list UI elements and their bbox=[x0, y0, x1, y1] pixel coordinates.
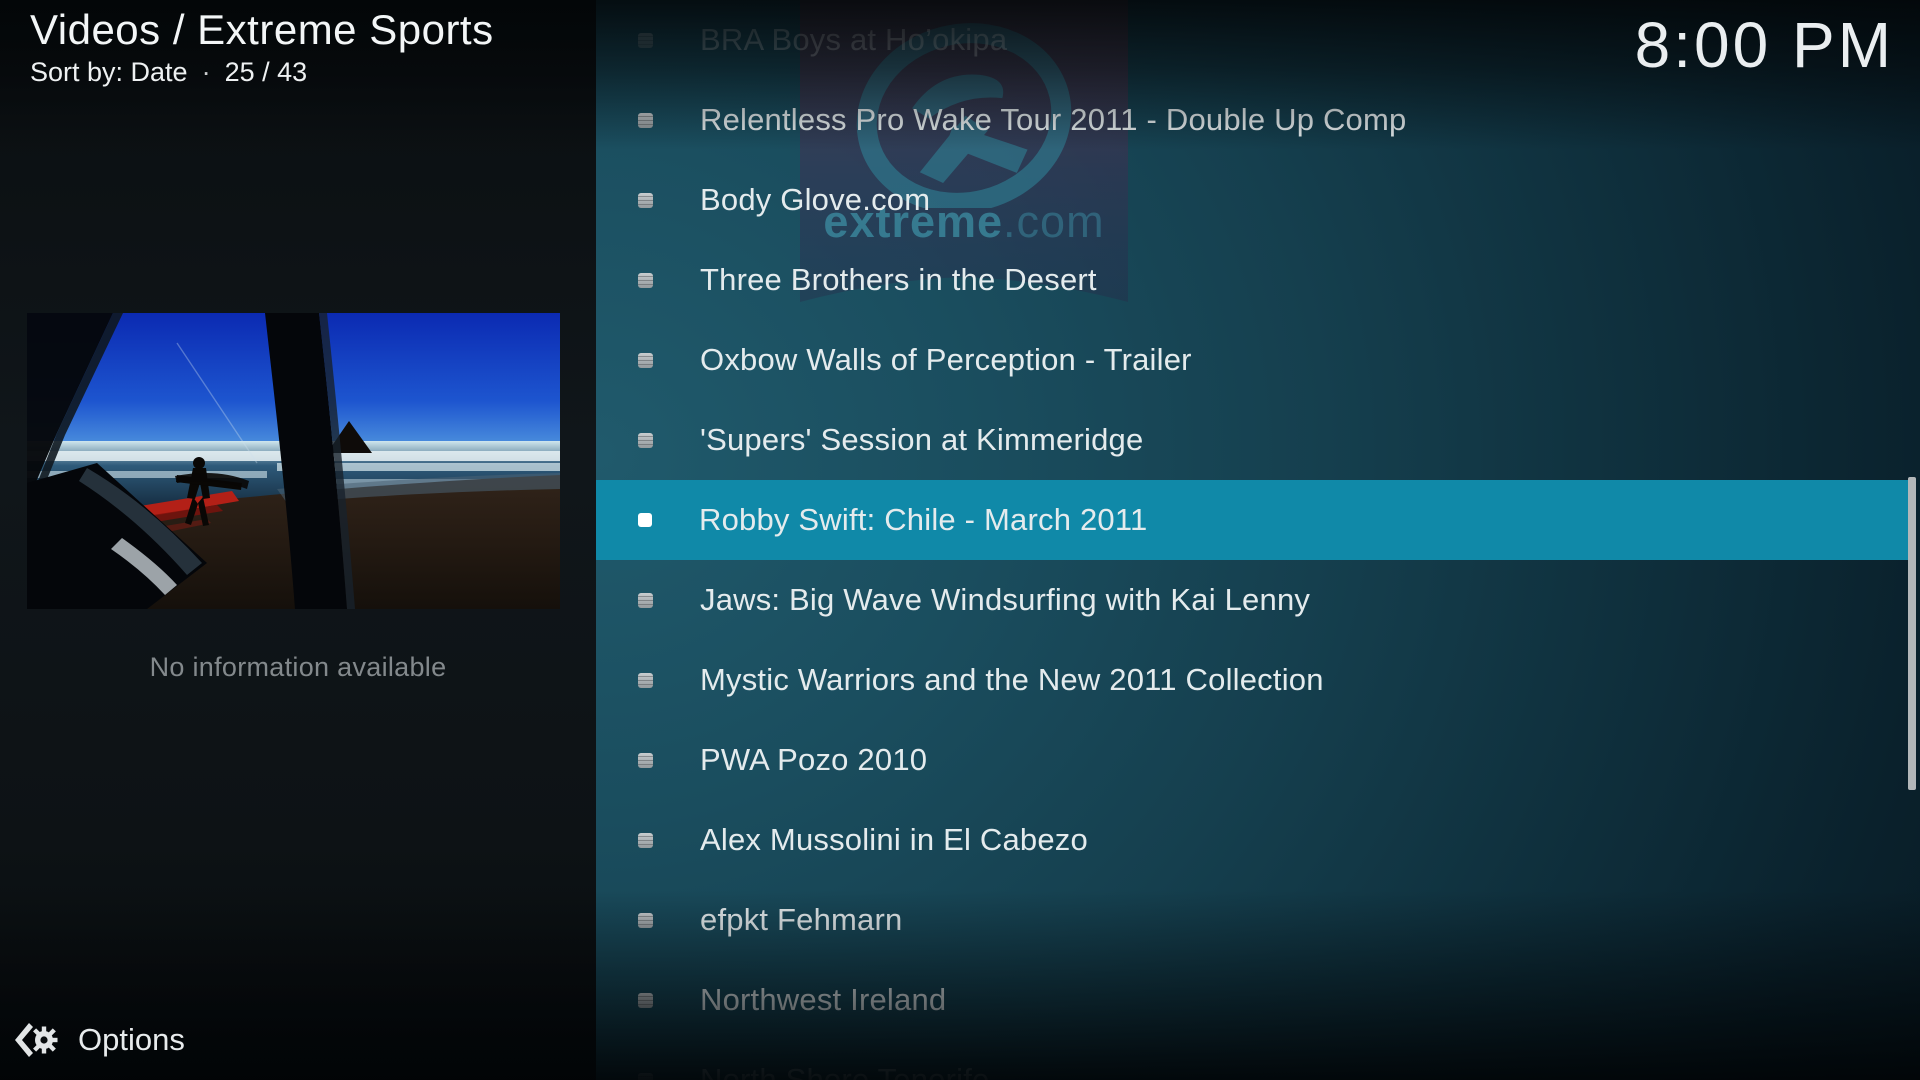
position-indicator: 25 / 43 bbox=[225, 57, 308, 88]
scrollbar-thumb[interactable] bbox=[1908, 477, 1916, 790]
no-information-text: No information available bbox=[0, 652, 596, 683]
page-title: Videos / Extreme Sports bbox=[30, 6, 494, 54]
list-item[interactable]: Three Brothers in the Desert bbox=[596, 240, 1908, 320]
list-bullet-icon bbox=[638, 833, 653, 848]
video-title: Oxbow Walls of Perception - Trailer bbox=[700, 342, 1192, 378]
video-title: Jaws: Big Wave Windsurfing with Kai Lenn… bbox=[700, 582, 1310, 618]
options-button[interactable]: Options bbox=[14, 1018, 185, 1062]
video-title: Robby Swift: Chile - March 2011 bbox=[699, 502, 1147, 538]
options-label: Options bbox=[78, 1022, 185, 1058]
list-item[interactable]: Mystic Warriors and the New 2011 Collect… bbox=[596, 640, 1908, 720]
video-title: Mystic Warriors and the New 2011 Collect… bbox=[700, 662, 1324, 698]
list-bullet-icon bbox=[638, 673, 653, 688]
video-title: Relentless Pro Wake Tour 2011 - Double U… bbox=[700, 102, 1406, 138]
list-bullet-icon bbox=[638, 433, 653, 448]
video-title: North Shore Tenerife bbox=[700, 1062, 989, 1080]
list-item[interactable]: Robby Swift: Chile - March 2011 bbox=[596, 480, 1908, 560]
video-title: PWA Pozo 2010 bbox=[700, 742, 927, 778]
list-item[interactable]: Northwest Ireland bbox=[596, 960, 1908, 1040]
list-item[interactable]: PWA Pozo 2010 bbox=[596, 720, 1908, 800]
list-item[interactable]: efpkt Fehmarn bbox=[596, 880, 1908, 960]
video-title: 'Supers' Session at Kimmeridge bbox=[700, 422, 1143, 458]
list-item[interactable]: Body Glove.com bbox=[596, 160, 1908, 240]
sort-status: Sort by: Date · 25 / 43 bbox=[30, 57, 494, 88]
list-item[interactable]: Alex Mussolini in El Cabezo bbox=[596, 800, 1908, 880]
video-title: Body Glove.com bbox=[700, 182, 930, 218]
video-thumbnail bbox=[27, 313, 560, 609]
list-bullet-icon bbox=[638, 193, 653, 208]
list-bullet-icon bbox=[638, 1073, 653, 1080]
list-bullet-icon bbox=[638, 993, 653, 1008]
video-title: efpkt Fehmarn bbox=[700, 902, 902, 938]
video-title: BRA Boys at Ho’okipa bbox=[700, 22, 1007, 58]
list-item[interactable]: North Shore Tenerife bbox=[596, 1040, 1908, 1080]
list-item[interactable]: Jaws: Big Wave Windsurfing with Kai Lenn… bbox=[596, 560, 1908, 640]
kodi-video-screen: extreme.com BRA Boys at Ho’okipa Relentl… bbox=[0, 0, 1920, 1080]
video-title: Three Brothers in the Desert bbox=[700, 262, 1097, 298]
video-title: Northwest Ireland bbox=[700, 982, 946, 1018]
video-list: BRA Boys at Ho’okipa Relentless Pro Wake… bbox=[596, 0, 1908, 1080]
header: Videos / Extreme Sports Sort by: Date · … bbox=[30, 6, 494, 88]
list-item[interactable]: Relentless Pro Wake Tour 2011 - Double U… bbox=[596, 80, 1908, 160]
list-bullet-icon bbox=[638, 353, 653, 368]
video-title: Alex Mussolini in El Cabezo bbox=[700, 822, 1088, 858]
sort-by-label: Sort by: Date bbox=[30, 57, 188, 88]
list-item[interactable]: 'Supers' Session at Kimmeridge bbox=[596, 400, 1908, 480]
list-bullet-icon bbox=[638, 113, 653, 128]
list-item[interactable]: Oxbow Walls of Perception - Trailer bbox=[596, 320, 1908, 400]
list-bullet-icon bbox=[638, 273, 653, 288]
list-bullet-icon bbox=[638, 753, 653, 768]
list-bullet-icon bbox=[638, 593, 653, 608]
options-icon bbox=[14, 1018, 58, 1062]
list-bullet-icon bbox=[638, 913, 653, 928]
clock: 8:00 PM bbox=[1635, 8, 1894, 82]
list-bullet-icon bbox=[638, 513, 652, 527]
list-bullet-icon bbox=[638, 33, 653, 48]
separator-dot: · bbox=[202, 57, 211, 88]
